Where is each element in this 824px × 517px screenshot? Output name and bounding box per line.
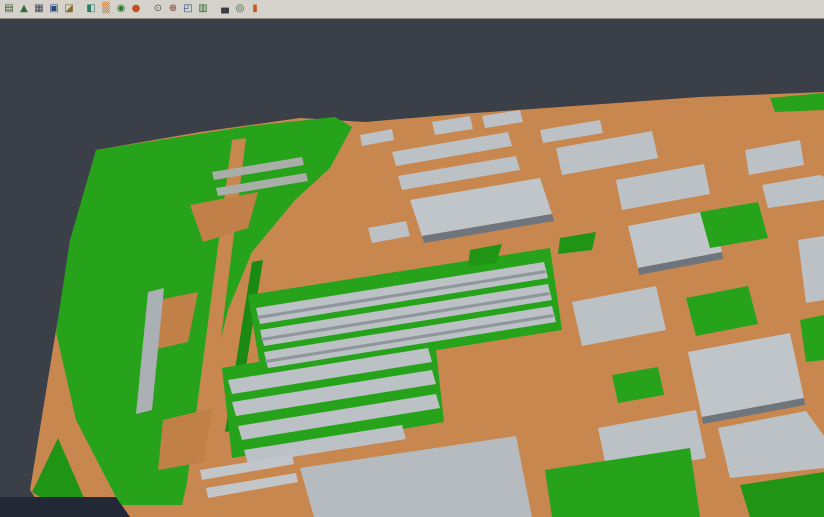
grid-icon[interactable]: ▥ [196, 2, 210, 16]
crosshair-icon[interactable]: ⊕ [166, 2, 180, 16]
fullscreen-icon[interactable]: ◰ [181, 2, 195, 16]
image-icon[interactable]: ▣ [47, 2, 61, 16]
circle-icon[interactable]: ● [129, 2, 143, 16]
chart-icon[interactable]: ▮ [248, 2, 262, 16]
main-toolbar: ▤▲▦▣◪ ◧▒◉● ⊙⊕◰▥ ▄◎▮ [0, 0, 824, 19]
terrain-icon[interactable]: ▲ [17, 2, 31, 16]
print-icon[interactable]: ▄ [218, 2, 232, 16]
bottom-left-panel [0, 497, 130, 517]
toolbar-icons: ▤▲▦▣◪ ◧▒◉● ⊙⊕◰▥ ▄◎▮ [2, 2, 262, 16]
folder-icon[interactable]: ◪ [62, 2, 76, 16]
layers-icon[interactable]: ▤ [2, 2, 16, 16]
app-window: ▤▲▦▣◪ ◧▒◉● ⊙⊕◰▥ ▄◎▮ [0, 0, 824, 517]
settings-icon[interactable]: ⊙ [151, 2, 165, 16]
palette-icon[interactable]: ◧ [84, 2, 98, 16]
globe-icon[interactable]: ◉ [114, 2, 128, 16]
pointcloud-icon[interactable]: ▒ [99, 2, 113, 16]
world-icon[interactable]: ◎ [233, 2, 247, 16]
scene-svg [0, 0, 824, 517]
mesh-icon[interactable]: ▦ [32, 2, 46, 16]
pointcloud-viewport[interactable] [0, 0, 824, 517]
